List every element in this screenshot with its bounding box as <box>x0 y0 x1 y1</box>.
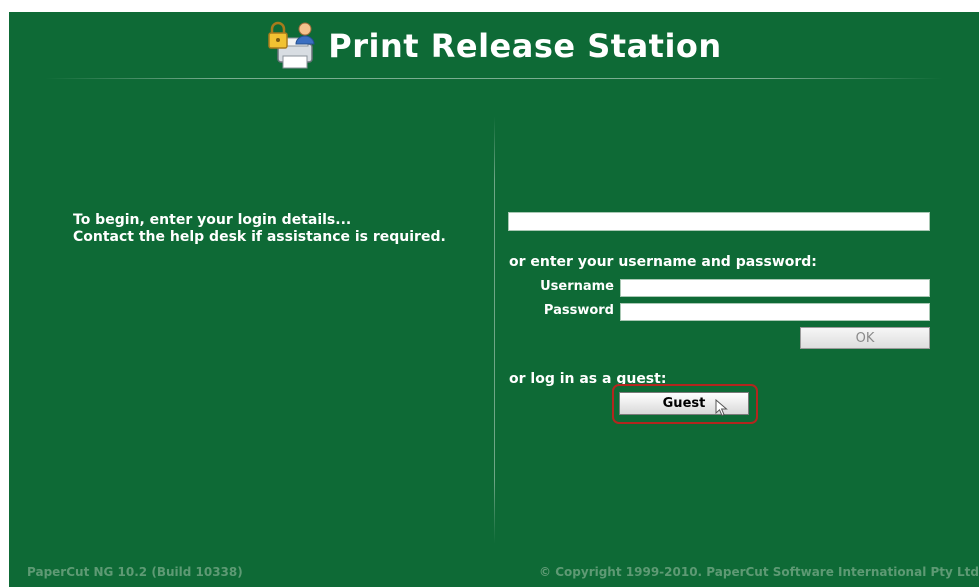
id-number-input[interactable] <box>508 212 930 231</box>
instructions-line-1: To begin, enter your login details... <box>73 212 352 228</box>
userpass-prompt: or enter your username and password: <box>509 254 817 270</box>
username-label: Username <box>540 279 614 294</box>
login-instructions: To begin, enter your login details... Co… <box>73 212 446 246</box>
header-divider <box>45 78 943 79</box>
guest-button[interactable]: Guest <box>619 392 749 415</box>
version-label: PaperCut NG 10.2 (Build 10338) <box>27 565 243 579</box>
password-label: Password <box>543 303 614 318</box>
vertical-divider <box>494 116 495 544</box>
copyright-label: © Copyright 1999-2010. PaperCut Software… <box>539 565 979 579</box>
mouse-pointer-icon <box>715 399 728 417</box>
instructions-line-2: Contact the help desk if assistance is r… <box>73 229 446 245</box>
ok-button[interactable]: OK <box>800 327 930 349</box>
printer-lock-user-icon <box>268 21 315 69</box>
username-input[interactable] <box>620 279 930 297</box>
page-title: Print Release Station <box>328 27 722 65</box>
password-input[interactable] <box>620 303 930 321</box>
print-release-screen: Print Release Station To begin, enter yo… <box>9 12 979 587</box>
header: Print Release Station <box>9 12 979 80</box>
